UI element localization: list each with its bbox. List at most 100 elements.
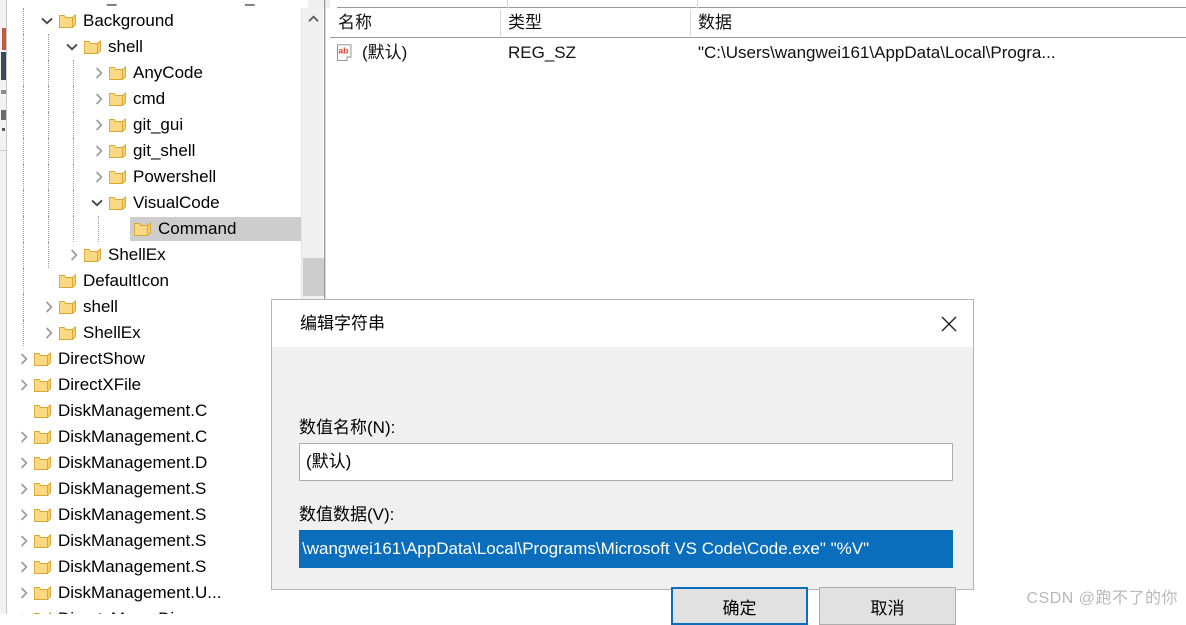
tree-item-command[interactable]: Command (8, 216, 301, 242)
tree-item-label: ShellEx (83, 323, 141, 342)
tree-item-git-gui[interactable]: git_gui (8, 112, 301, 138)
expand-toggle[interactable] (91, 112, 107, 138)
value-name-input[interactable]: (默认) (299, 443, 953, 481)
chevron-right-icon (20, 483, 28, 495)
tree-guide-line (23, 60, 24, 86)
chevron-right-icon (20, 587, 28, 599)
expand-toggle[interactable] (16, 528, 32, 554)
expand-toggle[interactable] (16, 580, 32, 606)
value-list-rows[interactable]: ab (默认) REG_SZ "C:\Users\wangwei161\AppData… (330, 38, 1186, 68)
tree-vertical-scrollbar[interactable] (301, 8, 324, 305)
tree-item-label: shell (108, 37, 143, 56)
value-data-input[interactable]: \wangwei161\AppData\Local\Programs\Micro… (299, 530, 953, 568)
column-header-3[interactable]: 数据 (690, 8, 1186, 38)
chevron-right-icon (20, 457, 28, 469)
expand-toggle[interactable] (16, 424, 32, 450)
registry-key-tree[interactable]: Background shell AnyCode cmd git_gui git_shel… (8, 8, 301, 614)
expand-toggle[interactable] (16, 554, 32, 580)
ok-button[interactable]: 确定 (671, 587, 808, 625)
chevron-down-icon (91, 199, 103, 207)
tree-item-powershell[interactable]: Powershell (8, 164, 301, 190)
expand-toggle[interactable] (16, 502, 32, 528)
folder-icon-wrap (34, 455, 51, 471)
sliver-fragment (2, 28, 6, 50)
value-data-selected-text: \wangwei161\AppData\Local\Programs\Micro… (300, 531, 952, 567)
folder-icon (34, 377, 51, 393)
folder-icon-wrap (109, 65, 126, 81)
tree-item-directxmmm-di[interactable]: DirectxMmm.Di... (8, 606, 301, 614)
tree-item-diskmanagement-s[interactable]: DiskManagement.S (8, 476, 301, 502)
tree-item-git-shell[interactable]: git_shell (8, 138, 301, 164)
svg-text:ab: ab (338, 46, 348, 56)
column-separator[interactable] (500, 10, 501, 36)
cancel-button[interactable]: 取消 (819, 587, 956, 625)
scrollbar-thumb[interactable] (303, 258, 324, 296)
tree-item-diskmanagement-u[interactable]: DiskManagement.U... (8, 580, 301, 606)
tree-guide-line (23, 216, 24, 242)
tree-item-anycode[interactable]: AnyCode (8, 60, 301, 86)
collapse-toggle[interactable] (39, 8, 55, 34)
collapse-toggle[interactable] (64, 34, 80, 60)
scrollbar-top-sliver (308, 0, 330, 8)
expand-toggle[interactable] (41, 294, 57, 320)
tree-item-diskmanagement-s[interactable]: DiskManagement.S (8, 502, 301, 528)
expand-toggle[interactable] (91, 138, 107, 164)
close-button[interactable] (925, 300, 973, 347)
tree-guide-line (73, 60, 74, 86)
edit-string-dialog[interactable]: 编辑字符串 数值名称(N): (默认) 数值数据(V): \wangwei161… (271, 299, 974, 625)
expand-toggle[interactable] (41, 320, 57, 346)
chevron-right-icon (20, 535, 28, 547)
folder-icon-wrap (59, 325, 76, 341)
expand-toggle[interactable] (16, 606, 32, 614)
expand-toggle[interactable] (91, 60, 107, 86)
tree-item-shell[interactable]: shell (8, 34, 301, 60)
column-separator (507, 0, 508, 8)
tree-guide-line (23, 138, 24, 164)
tree-guide-line (73, 138, 74, 164)
expand-toggle[interactable] (16, 346, 32, 372)
tree-guide-line (23, 8, 24, 34)
folder-icon-wrap (59, 299, 76, 315)
folder-icon-wrap (84, 247, 101, 263)
folder-icon-wrap (59, 273, 76, 289)
tree-item-shellex[interactable]: ShellEx (8, 320, 301, 346)
tree-item-visualcode[interactable]: VisualCode (8, 190, 301, 216)
expand-toggle[interactable] (16, 372, 32, 398)
tree-item-label: DiskManagement.S (58, 479, 207, 498)
tree-item-cmd[interactable]: cmd (8, 86, 301, 112)
expand-toggle[interactable] (66, 242, 82, 268)
tree-item-defaulticon[interactable]: DefaultIcon (8, 268, 301, 294)
expand-toggle[interactable] (16, 450, 32, 476)
value-list-header: 名称 类型 数据 (330, 8, 1186, 38)
tree-item-diskmanagement-c[interactable]: DiskManagement.C (8, 424, 301, 450)
value-name: (默认) (362, 43, 408, 62)
expand-toggle[interactable] (91, 164, 107, 190)
tree-guide-line (23, 112, 24, 138)
folder-icon (59, 273, 76, 289)
tree-item-label: Powershell (133, 167, 217, 186)
tree-guide-line (73, 164, 74, 190)
column-header-1[interactable]: 名称 (330, 8, 500, 38)
tree-item-diskmanagement-d[interactable]: DiskManagement.D (8, 450, 301, 476)
pane-divider[interactable] (324, 0, 326, 306)
tree-item-directxfile[interactable]: DirectXFile (8, 372, 301, 398)
column-header-2[interactable]: 类型 (500, 8, 690, 38)
tree-item-shell[interactable]: shell (8, 294, 301, 320)
tree-item-diskmanagement-s[interactable]: DiskManagement.S (8, 554, 301, 580)
tree-item-shellex[interactable]: ShellEx (8, 242, 301, 268)
column-separator[interactable] (690, 10, 691, 36)
folder-icon-wrap (109, 91, 126, 107)
folder-icon (109, 169, 126, 185)
collapse-toggle[interactable] (89, 190, 105, 216)
scroll-up-button[interactable] (302, 8, 324, 30)
dialog-titlebar[interactable]: 编辑字符串 (272, 300, 973, 347)
tree-item-background[interactable]: Background (8, 8, 301, 34)
tree-item-directshow[interactable]: DirectShow (8, 346, 301, 372)
value-type: REG_SZ (508, 43, 577, 62)
folder-icon (34, 533, 51, 549)
value-row[interactable]: ab (默认) REG_SZ "C:\Users\wangwei161\AppData… (330, 38, 1186, 68)
tree-item-diskmanagement-s[interactable]: DiskManagement.S (8, 528, 301, 554)
expand-toggle[interactable] (16, 476, 32, 502)
expand-toggle[interactable] (91, 86, 107, 112)
tree-item-diskmanagement-c[interactable]: DiskManagement.C (8, 398, 301, 424)
